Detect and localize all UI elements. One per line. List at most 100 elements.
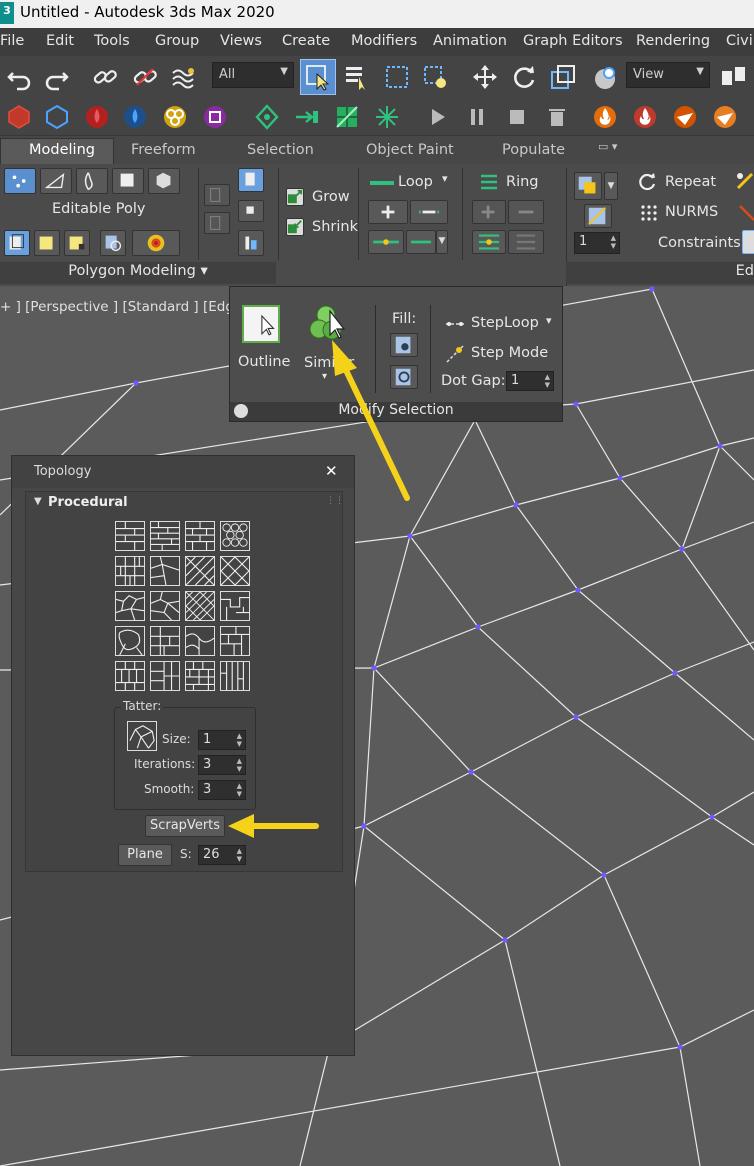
menu-file[interactable]: File	[0, 33, 24, 49]
topology-pattern-brick-tile[interactable]	[185, 521, 215, 551]
play-icon[interactable]	[420, 100, 454, 134]
nurms-label[interactable]: NURMS	[665, 204, 718, 220]
topology-pattern-stone-tile[interactable]	[150, 556, 180, 586]
topology-pattern-brick-tile[interactable]	[150, 521, 180, 551]
use-displacement-icon[interactable]	[574, 172, 602, 200]
outline-label[interactable]: Outline	[238, 354, 290, 370]
topology-pattern-diagonal-tile[interactable]	[185, 556, 215, 586]
select-by-name-icon[interactable]	[340, 60, 374, 94]
create-selection-set-icon[interactable]	[2, 100, 36, 134]
schematic-view-icon[interactable]	[250, 100, 284, 134]
ring-label[interactable]: Ring	[506, 174, 539, 190]
isolate-selection-icon[interactable]	[40, 100, 74, 134]
topology-pattern-voronoi-tile[interactable]	[115, 591, 145, 621]
topology-header[interactable]: Topology ✕	[12, 456, 354, 488]
material-editor-icon[interactable]	[80, 100, 114, 134]
plane-segments-spinner[interactable]: 26 ▲ ▼	[198, 845, 246, 865]
selection-filter-dropdown[interactable]: All ▼	[212, 62, 294, 88]
loop-grow-icon[interactable]	[368, 200, 408, 224]
rendered-frame-icon[interactable]	[158, 100, 192, 134]
place-icon[interactable]	[588, 60, 622, 94]
rotate-icon[interactable]	[507, 60, 541, 94]
step-mode-label[interactable]: Step Mode	[471, 345, 548, 361]
render-setup-icon[interactable]	[118, 100, 152, 134]
pin-stack-icon[interactable]	[238, 200, 264, 222]
select-object-icon[interactable]	[300, 59, 336, 95]
show-end-result-icon[interactable]	[34, 230, 60, 256]
window-crossing-icon[interactable]	[418, 60, 452, 94]
tatter-size-spinner[interactable]: 1 ▲ ▼	[198, 730, 246, 750]
menu-rendering[interactable]: Rendering	[636, 33, 710, 49]
topology-pattern-organic-tile[interactable]	[115, 626, 145, 656]
stop-icon[interactable]	[500, 100, 534, 134]
outline-icon[interactable]	[242, 305, 280, 343]
close-icon[interactable]: ✕	[325, 462, 338, 480]
menu-edit[interactable]: Edit	[46, 33, 74, 49]
topology-pattern-city-tile[interactable]	[185, 661, 215, 691]
menu-group[interactable]: Group	[155, 33, 199, 49]
topology-pattern-parquet-tile[interactable]	[115, 661, 145, 691]
tatter-smooth-spinner[interactable]: 3 ▲ ▼	[198, 780, 246, 800]
steploop-icon[interactable]	[444, 317, 466, 331]
cut-icon[interactable]	[736, 202, 754, 224]
plane-button[interactable]: Plane	[118, 844, 172, 866]
ring-mode-icon[interactable]	[472, 230, 506, 254]
reference-coordinate-dropdown[interactable]: View ▼	[626, 62, 710, 88]
repeat-label[interactable]: Repeat	[665, 174, 716, 190]
ring-shrink-icon[interactable]	[508, 200, 544, 224]
loop-label[interactable]: Loop	[398, 174, 433, 190]
chevron-down-icon[interactable]: ▼	[604, 172, 618, 200]
menu-tools[interactable]: Tools	[94, 33, 130, 49]
grow-icon[interactable]	[286, 188, 304, 206]
ribbon-options-icon[interactable]: ▭ ▾	[598, 140, 617, 153]
tab-modeling[interactable]: Modeling	[0, 138, 114, 164]
loop-mode-icon[interactable]	[368, 230, 404, 254]
vertex-mode-icon[interactable]	[4, 168, 36, 194]
steploop-label[interactable]: StepLoop	[471, 315, 539, 331]
render-burst-icon[interactable]	[708, 100, 742, 134]
fill-icon[interactable]	[390, 333, 418, 357]
curve-editor-icon[interactable]	[290, 100, 324, 134]
chevron-down-icon[interactable]: ▾	[546, 314, 552, 327]
stack-up-icon[interactable]	[204, 184, 230, 206]
panel-polygon-modeling-footer[interactable]: Polygon Modeling ▾	[0, 262, 276, 284]
flame-icon[interactable]	[588, 100, 622, 134]
topology-pattern-grid-tile[interactable]	[150, 626, 180, 656]
dot-gap-spinner[interactable]: 1 ▲ ▼	[506, 371, 554, 391]
topology-pattern-maze-tile[interactable]	[220, 591, 250, 621]
topology-pattern-mosaic-tile[interactable]	[220, 626, 250, 656]
loop-step-icon[interactable]	[406, 230, 436, 254]
topology-pattern-stripe-tile[interactable]	[220, 661, 250, 691]
dope-sheet-icon[interactable]	[330, 100, 364, 134]
particle-view-icon[interactable]	[370, 100, 404, 134]
collapse-triangle-icon[interactable]: ▼	[34, 496, 42, 507]
constraints-none-button[interactable]	[742, 230, 754, 254]
loop-shrink-icon[interactable]	[410, 200, 448, 224]
topology-pattern-diamond-tile[interactable]	[220, 556, 250, 586]
grow-label[interactable]: Grow	[312, 189, 350, 205]
menu-modifiers[interactable]: Modifiers	[351, 33, 417, 49]
shrink-label[interactable]: Shrink	[312, 219, 358, 235]
fill-inner-icon[interactable]	[390, 365, 418, 389]
unlink-icon[interactable]	[128, 60, 162, 94]
procedural-label[interactable]: Procedural	[48, 495, 128, 510]
relax-icon[interactable]	[734, 170, 754, 192]
flame-icon[interactable]	[628, 100, 662, 134]
modify-mode-icon[interactable]	[4, 230, 30, 256]
tessellate-icon[interactable]	[584, 204, 612, 228]
nurms-icon[interactable]	[640, 204, 658, 222]
trash-icon[interactable]	[540, 100, 574, 134]
chevron-down-icon[interactable]: ▾	[442, 172, 448, 185]
topology-pattern-curve-tile[interactable]	[185, 626, 215, 656]
topology-pattern-brick-tile[interactable]	[115, 521, 145, 551]
stack-down-icon[interactable]	[204, 212, 230, 234]
move-icon[interactable]	[468, 60, 502, 94]
preview-selection-icon[interactable]	[100, 230, 126, 256]
panel-edit-footer[interactable]: Ed	[566, 262, 754, 284]
ring-grow-icon[interactable]	[472, 200, 506, 224]
link-icon[interactable]	[88, 60, 122, 94]
render-burst-icon[interactable]	[668, 100, 702, 134]
tab-object-paint[interactable]: Object Paint	[366, 142, 454, 158]
menu-civil[interactable]: Civil	[726, 33, 754, 49]
pin-icon[interactable]	[234, 404, 248, 418]
